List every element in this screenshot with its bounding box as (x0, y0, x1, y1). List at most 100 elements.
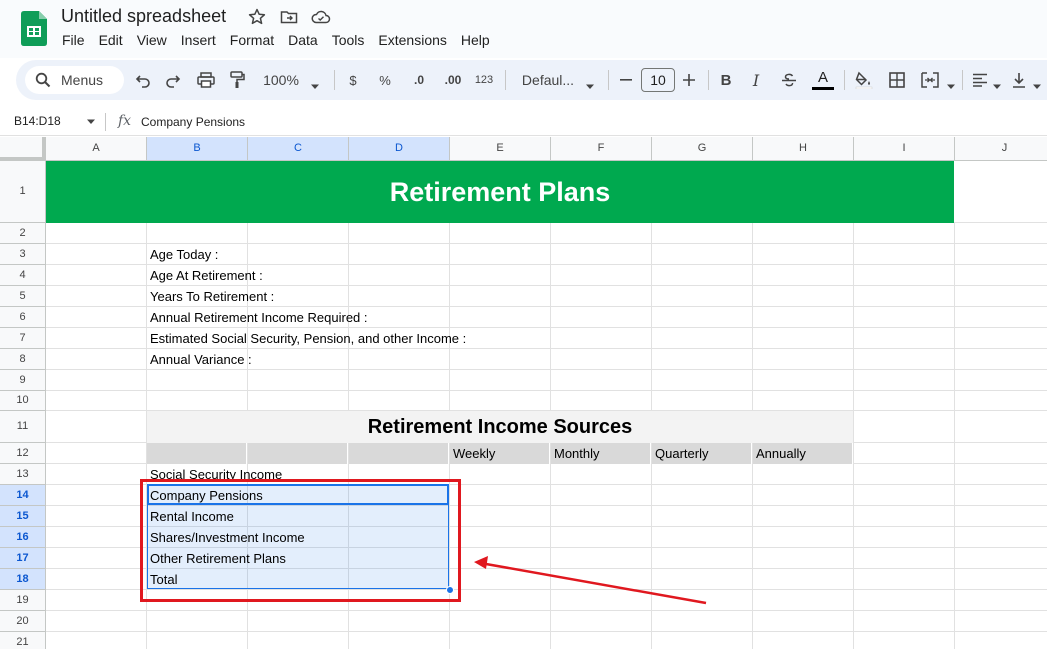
horizontal-align-button[interactable] (971, 70, 989, 90)
merge-caret-icon[interactable] (946, 77, 956, 97)
fx-icon: fx (118, 113, 132, 129)
font-caret-icon[interactable] (585, 77, 595, 97)
menu-insert[interactable]: Insert (181, 32, 216, 48)
star-icon[interactable] (248, 8, 266, 26)
row-header[interactable]: 13 (0, 464, 46, 485)
formula-input[interactable]: Company Pensions (141, 115, 245, 129)
font-size-input[interactable]: 10 (641, 68, 675, 92)
menu-extensions[interactable]: Extensions (378, 32, 446, 48)
menu-data[interactable]: Data (288, 32, 318, 48)
menu-help[interactable]: Help (461, 32, 490, 48)
annotation-arrow (474, 556, 707, 605)
redo-button[interactable] (164, 70, 182, 90)
toolbar-divider (844, 70, 845, 90)
toolbar-divider (962, 70, 963, 90)
print-icon (197, 72, 215, 88)
sheets-logo-icon[interactable] (21, 11, 47, 46)
column-header[interactable]: J (955, 137, 1047, 161)
move-folder-icon[interactable] (280, 8, 298, 26)
undo-icon (135, 75, 150, 88)
zoom-caret-icon[interactable] (310, 77, 320, 97)
paint-format-icon (230, 71, 245, 88)
row-header[interactable]: 21 (0, 632, 46, 649)
menu-file[interactable]: File (62, 32, 85, 48)
strikethrough-button[interactable] (780, 70, 798, 90)
arrowhead-icon (474, 556, 488, 569)
row-header[interactable]: 2 (0, 223, 46, 244)
paint-bucket-icon (855, 71, 873, 89)
redo-icon (166, 75, 181, 88)
formula-bar-divider (105, 113, 106, 131)
fill-color-button[interactable] (854, 70, 874, 90)
spreadsheet-grid[interactable]: Retirement Plans Age Today : Age At Reti… (0, 137, 1047, 649)
row-header[interactable]: 11 (0, 411, 46, 443)
column-header[interactable]: I (854, 137, 955, 161)
row-header[interactable]: 14 (0, 485, 46, 506)
row-header[interactable]: 12 (0, 443, 46, 464)
row-header[interactable]: 20 (0, 611, 46, 632)
menu-tools[interactable]: Tools (332, 32, 365, 48)
menu-bar: File Edit View Insert Format Data Tools … (62, 32, 504, 48)
menu-format[interactable]: Format (230, 32, 274, 48)
document-title[interactable]: Untitled spreadsheet (61, 6, 226, 27)
text-color-button[interactable]: A (811, 70, 835, 90)
row-header[interactable]: 8 (0, 349, 46, 370)
menu-edit[interactable]: Edit (99, 32, 123, 48)
text-color-letter: A (817, 69, 828, 86)
title-bar: Untitled spreadsheet File Edit View Inse… (0, 0, 1047, 58)
decrease-decimal-button[interactable]: .0 (408, 70, 430, 90)
column-header[interactable]: G (652, 137, 753, 161)
decrease-font-size-button[interactable] (619, 70, 633, 90)
text-color-swatch (812, 87, 834, 90)
toolbar-divider (505, 70, 506, 90)
print-button[interactable] (196, 70, 216, 90)
align-bottom-icon (1013, 73, 1025, 88)
borders-icon (889, 72, 905, 88)
row-header[interactable]: 16 (0, 527, 46, 548)
row-header[interactable]: 1 (0, 161, 46, 223)
percent-format-button[interactable]: % (378, 70, 392, 90)
font-select[interactable]: Defaul... (518, 70, 578, 90)
column-header[interactable]: B (147, 137, 248, 161)
row-header[interactable]: 5 (0, 286, 46, 307)
name-box-caret-icon[interactable] (86, 119, 96, 125)
valign-caret-icon[interactable] (1032, 77, 1042, 97)
row-header[interactable]: 9 (0, 370, 46, 391)
column-header[interactable]: E (450, 137, 551, 161)
column-header[interactable]: D (349, 137, 450, 161)
align-caret-icon[interactable] (992, 77, 1002, 97)
row-header[interactable]: 19 (0, 590, 46, 611)
column-header[interactable]: H (753, 137, 854, 161)
search-menus-button[interactable]: Menus (25, 66, 124, 94)
zoom-select[interactable]: 100% (260, 70, 302, 90)
row-header[interactable]: 10 (0, 391, 46, 411)
vertical-align-button[interactable] (1011, 70, 1027, 90)
paint-format-button[interactable] (228, 70, 246, 90)
undo-button[interactable] (134, 70, 152, 90)
column-header[interactable]: A (46, 137, 147, 161)
toolbar-divider (334, 70, 335, 90)
strikethrough-icon (782, 73, 796, 87)
increase-decimal-button[interactable]: .00 (440, 70, 466, 90)
borders-button[interactable] (888, 70, 906, 90)
increase-font-size-button[interactable] (682, 70, 696, 90)
row-header[interactable]: 7 (0, 328, 46, 349)
name-box[interactable]: B14:D18 (14, 114, 61, 128)
menu-view[interactable]: View (137, 32, 167, 48)
row-header[interactable]: 4 (0, 265, 46, 286)
bold-button[interactable]: B (719, 70, 733, 90)
row-header[interactable]: 18 (0, 569, 46, 590)
column-header[interactable]: C (248, 137, 349, 161)
merge-cells-button[interactable] (920, 70, 940, 90)
row-header[interactable]: 6 (0, 307, 46, 328)
currency-format-button[interactable]: $ (346, 70, 360, 90)
cloud-saved-icon[interactable] (311, 8, 331, 26)
row-header[interactable]: 15 (0, 506, 46, 527)
formula-bar: B14:D18 fx Company Pensions (0, 108, 1047, 136)
column-header[interactable]: F (551, 137, 652, 161)
more-formats-button[interactable]: 123 (472, 70, 496, 90)
row-header[interactable]: 3 (0, 244, 46, 265)
plus-icon (683, 74, 695, 86)
italic-button[interactable]: I (749, 70, 763, 90)
row-header[interactable]: 17 (0, 548, 46, 569)
